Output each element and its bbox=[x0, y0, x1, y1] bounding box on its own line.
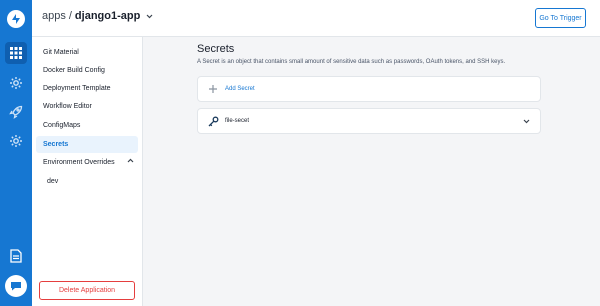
deploy-rocket-icon[interactable] bbox=[0, 103, 32, 121]
breadcrumb: apps / django1-app bbox=[42, 10, 153, 22]
sidebar-item-workflow-editor[interactable]: Workflow Editor bbox=[36, 98, 138, 115]
chevron-down-icon[interactable] bbox=[523, 119, 530, 124]
devtron-logo-icon[interactable] bbox=[0, 8, 32, 30]
secret-name: file-secet bbox=[225, 118, 250, 124]
chevron-down-icon[interactable] bbox=[146, 14, 153, 19]
sidebar-item-docker-build-config[interactable]: Docker Build Config bbox=[36, 62, 138, 79]
chevron-up-icon[interactable] bbox=[127, 158, 134, 163]
sidebar-env-item-dev[interactable]: dev bbox=[47, 178, 58, 185]
breadcrumb-separator: / bbox=[68, 10, 72, 22]
page-description: A Secret is an object that contains smal… bbox=[197, 59, 506, 65]
app-name[interactable]: django1-app bbox=[75, 10, 140, 22]
app-header: apps / django1-app Go To Trigger bbox=[32, 0, 600, 37]
key-icon bbox=[208, 116, 219, 127]
delete-application-button[interactable]: Delete Application bbox=[39, 281, 135, 300]
sidebar-item-git-material[interactable]: Git Material bbox=[36, 44, 138, 61]
main-content: Secrets A Secret is an object that conta… bbox=[143, 37, 600, 306]
sidebar-item-deployment-template[interactable]: Deployment Template bbox=[36, 80, 138, 97]
docs-icon[interactable] bbox=[0, 247, 32, 265]
add-secret-label: Add Secret bbox=[225, 86, 255, 92]
settings-gear-icon[interactable] bbox=[0, 132, 32, 150]
global-config-gear-icon[interactable] bbox=[0, 74, 32, 92]
sidebar-item-label: Environment Overrides bbox=[43, 159, 115, 166]
apps-grid-icon[interactable] bbox=[0, 42, 32, 64]
add-secret-card[interactable]: Add Secret bbox=[197, 76, 541, 102]
page-title: Secrets bbox=[197, 43, 235, 55]
breadcrumb-apps-link[interactable]: apps bbox=[42, 10, 66, 22]
app-config-sidebar: Git Material Docker Build Config Deploym… bbox=[32, 37, 143, 306]
chat-support-icon[interactable] bbox=[0, 274, 32, 298]
plus-icon bbox=[208, 84, 218, 94]
left-nav-rail bbox=[0, 0, 32, 306]
go-to-trigger-button[interactable]: Go To Trigger bbox=[535, 8, 586, 28]
sidebar-item-environment-overrides[interactable]: Environment Overrides bbox=[36, 154, 138, 171]
secret-list-item[interactable]: file-secet bbox=[197, 108, 541, 134]
sidebar-item-secrets[interactable]: Secrets bbox=[36, 136, 138, 153]
sidebar-item-configmaps[interactable]: ConfigMaps bbox=[36, 117, 138, 134]
